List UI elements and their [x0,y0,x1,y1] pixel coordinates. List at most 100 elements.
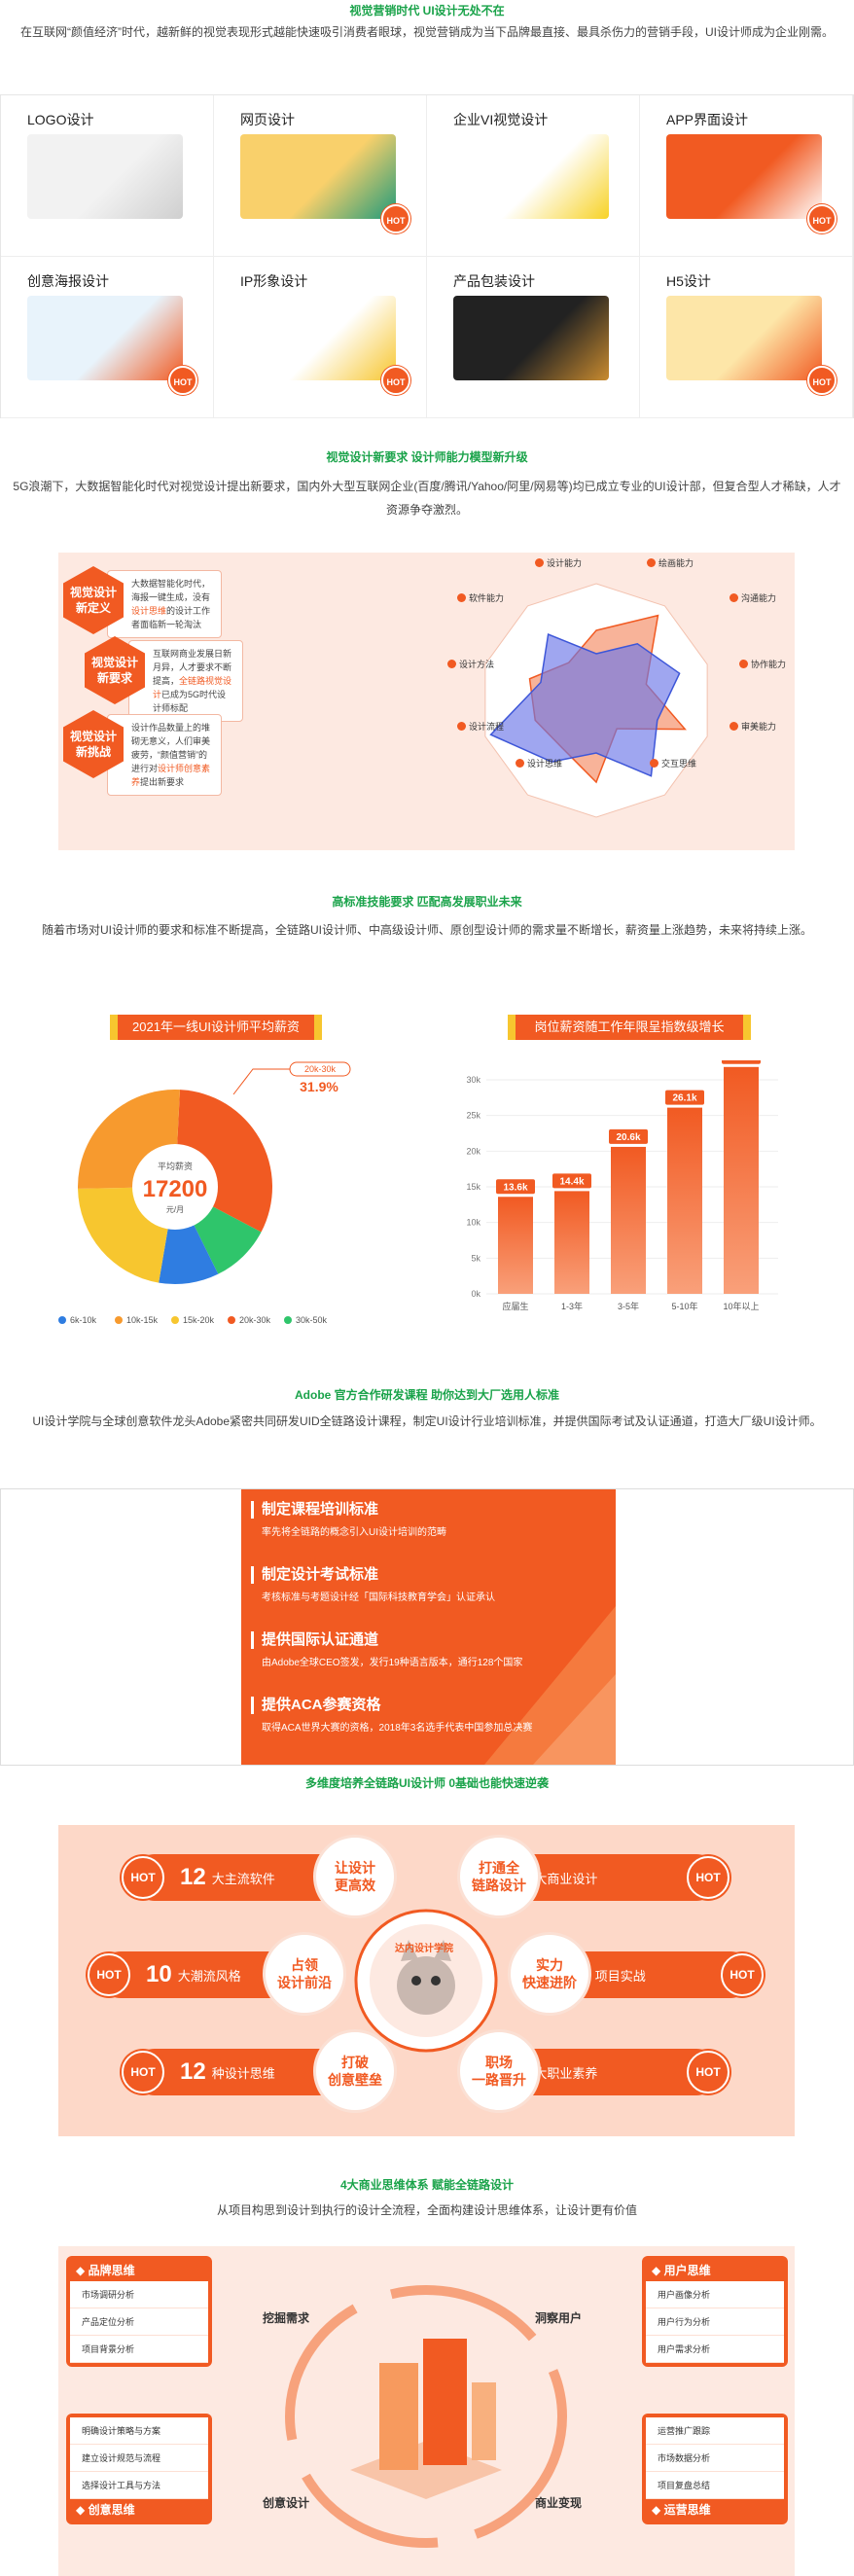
legend-label: 6k-10k [70,1315,97,1325]
radar-dot-icon [535,558,544,567]
pie-callout-range: 20k-30k [304,1064,337,1074]
bar-category-label: 3-5年 [618,1301,639,1311]
radar-axis-text: 设计能力 [547,558,583,568]
radar-dot-icon [739,660,748,668]
bar-ytick: 5k [471,1253,480,1263]
thinking-item: 用户行为分析 [646,2308,784,2336]
thinking-box-brand: ◆ 品牌思维 市场调研分析 产品定位分析 项目背景分析 [66,2256,212,2367]
ribbon-avg-salary: 2021年一线UI设计师平均薪资 [110,1015,322,1040]
hot-features-panel: 达内设计学院 12大主流软件HOT4大商业设计HOT10大潮流风格HOT30+项… [58,1825,795,2136]
thinking-item: 用户画像分析 [646,2281,784,2308]
feature-text: 大主流软件 [211,1871,275,1886]
bar-value-label: 20.6k [616,1132,640,1143]
radar-dot-icon [447,660,456,668]
bar-value-label: 14.4k [559,1176,584,1187]
radar-axis-label: 设计能力 [535,556,582,569]
pie-callout-line [232,1068,290,1095]
hot-badge: HOT [807,204,836,233]
user-icon: ◆ [652,2264,664,2277]
radar-dot-icon [729,593,738,602]
portfolio-item[interactable]: APP界面设计 HOT [640,95,853,257]
thinking-step-label: 商业变现 [535,2496,583,2510]
portfolio-item-label: LOGO设计 [27,112,94,127]
portfolio-item-label: 企业VI视觉设计 [453,112,549,127]
lightbulb-icon: ◆ [76,2503,89,2517]
portfolio-grid: LOGO设计 网页设计 HOT 企业VI视觉设计 APP界面设计 HOT 创意海报设计 HOT… [0,94,854,418]
legend-swatch [58,1316,66,1324]
radar-dot-icon [457,722,466,731]
feature-text: 大商业设计 [534,1871,598,1886]
salary-bar [498,1197,533,1294]
portfolio-item[interactable]: 企业VI视觉设计 [427,95,640,257]
thinking-item: 建立设计规范与流程 [70,2445,208,2472]
hot-badge: HOT [122,1856,164,1899]
feature-circle: 职场 一路晋升 [457,2029,541,2113]
thinking-item: 市场数据分析 [646,2445,784,2472]
feature-circle: 占领 设计前沿 [263,1932,346,2016]
portfolio-item-label: APP界面设计 [666,112,749,127]
portfolio-item-label: H5设计 [666,273,711,289]
hot-badge: HOT [88,1953,130,1996]
adobe-item-desc: 取得ACA世界大赛的资格，2018年3名选手代表中国参加总决赛 [262,1723,533,1734]
radar-dot-icon [457,593,466,602]
thinking-item: 选择设计工具与方法 [70,2472,208,2499]
radar-axis-text: 绘画能力 [658,558,694,568]
adobe-item-title: 提供ACA参赛资格 [251,1697,532,1714]
feature-circle: 让设计 更高效 [313,1835,397,1918]
adobe-standard-item: 制定课程培训标准 率先将全链路的概念引入UI设计培训的范畴 [251,1501,446,1538]
portfolio-thumbnail [666,296,822,380]
thinking-box-header: ◆ 运营思维 [646,2499,784,2521]
feature-circle-text: 职场 一路晋升 [472,2055,526,2088]
thinking-step-label: 洞察用户 [535,2311,583,2325]
section-desc-adobe: UI设计学院与全球创意软件龙头Adobe紧密共同研发UID全链路设计课程，制定U… [32,1414,822,1428]
adobe-item-title: 制定设计考试标准 [251,1566,495,1584]
bar-ytick: 25k [466,1111,480,1121]
portfolio-item[interactable]: H5设计 HOT [640,257,853,418]
thinking-panel: ◆ 品牌思维 市场调研分析 产品定位分析 项目背景分析 挖掘需求 ◆ 用户思维 用户画像分析… [58,2246,795,2576]
thinking-item: 明确设计策略与方案 [70,2417,208,2445]
bar-category-label: 应届生 [502,1301,528,1311]
portfolio-thumbnail [453,296,609,380]
bar-ytick: 10k [466,1218,480,1228]
portfolio-item[interactable]: 创意海报设计 HOT [1,257,214,418]
feature-circle-text: 让设计 更高效 [335,1860,375,1893]
radar-axis-label: 软件能力 [457,591,504,604]
feature-circle-text: 打破 创意壁垒 [328,2055,382,2088]
feature-number: 10 [146,1961,172,1987]
radar-axis-text: 设计思维 [527,759,563,769]
legend-swatch [228,1316,235,1324]
thinking-box-title: 用户思维 [663,2264,711,2277]
thinking-box-title: 运营思维 [663,2503,711,2517]
feature-circle: 实力 快速进阶 [508,1932,591,2016]
pie-callout-pct: 31.9% [300,1079,338,1094]
salary-bar [724,1066,759,1294]
portfolio-item[interactable]: 网页设计 HOT [214,95,427,257]
portfolio-item[interactable]: IP形象设计 HOT [214,257,427,418]
radar-axis-label: 协作能力 [739,658,786,670]
feature-text: 大职业素养 [534,2065,598,2081]
portfolio-item[interactable]: LOGO设计 [1,95,214,257]
portfolio-item-label: 创意海报设计 [27,273,109,289]
bar-ytick: 15k [466,1182,480,1192]
section-title-career: 高标准技能要求 匹配高发展职业未来 [332,895,522,909]
section-title-visual-marketing: 视觉营销时代 UI设计无处不在 [349,4,505,18]
feature-circle: 打通全 链路设计 [457,1835,541,1918]
hot-badge: HOT [381,366,410,395]
radar-axis-label: 设计流程 [457,720,504,733]
section-title-business-thinking: 4大商业思维体系 赋能全链路设计 [339,2178,514,2192]
section-desc-visual-marketing: 在互联网“颜值经济”时代，越新鲜的视觉表现形式越能快速吸引消费者眼球，视觉营销成… [20,25,834,39]
salary-bar-chart: 0k 5k 10k 15k 20k 25k 30k 13.6k 应届生 14.4k 1-3年 20.6… [466,1060,778,1311]
bar-category-label: 1-3年 [561,1301,583,1311]
legend-label: 30k-50k [296,1315,328,1325]
radar-axis-label: 交互思维 [650,757,696,769]
adobe-standard-item: 提供国际认证通道 由Adobe全球CEO签发，发行19种语言版本，通行128个国家 [251,1631,522,1668]
section-title-new-requirements: 视觉设计新要求 设计师能力模型新升级 [326,450,528,464]
legend-swatch [284,1316,292,1324]
salary-bar [611,1146,646,1294]
radar-axis-text: 沟通能力 [741,593,777,603]
portfolio-item[interactable]: 产品包装设计 [427,257,640,418]
bar-category-label: 10年以上 [723,1301,759,1311]
portfolio-thumbnail [27,134,183,219]
feature-circle-text: 打通全 链路设计 [472,1860,526,1893]
salary-bar [667,1107,702,1294]
